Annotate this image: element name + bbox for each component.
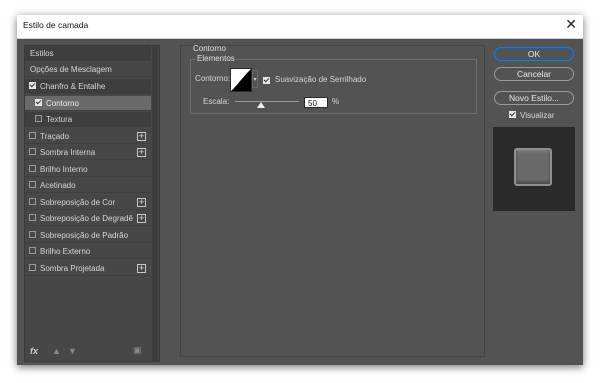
preview-checkbox[interactable] [509,111,516,118]
move-down-icon[interactable]: ▼ [68,346,77,356]
effects-item-label: Contorno [46,99,79,108]
move-up-icon[interactable]: ▲ [52,346,61,356]
effects-item-texture[interactable]: Textura [25,112,151,127]
add-effect-icon[interactable]: + [137,198,146,207]
effects-item-blending-options[interactable]: Opções de Mesclagem [25,62,151,77]
group-title: Contorno [193,44,226,53]
effects-item-bevel-emboss[interactable]: Chanfro & Entalhe [25,79,151,94]
effects-item-contour[interactable]: Contorno [25,96,151,111]
antialias-checkbox[interactable] [263,77,270,84]
checkbox-bevel-emboss[interactable] [29,82,36,89]
preview-swatch [514,148,552,186]
range-unit: % [332,97,340,106]
effects-item-estilos[interactable]: Estilos [25,46,151,61]
checkbox-contour[interactable] [35,99,42,106]
effects-item-label: Traçado [40,132,70,141]
range-value-input[interactable]: 50 [304,97,328,108]
effects-item-label: Brilho Interno [40,165,88,174]
effects-item-label: Sombra Projetada [40,264,105,273]
checkbox-color-overlay[interactable] [29,198,36,205]
effects-item-label: Sobreposição de Degradê [40,214,133,223]
layer-style-dialog: Estilo de camada ✕ Estilos Opções de Mes… [17,15,583,365]
effects-item-inner-glow[interactable]: Brilho Interno [25,162,151,177]
effects-item-label: Chanfro & Entalhe [40,82,106,91]
effects-item-stroke[interactable]: Traçado + [25,129,151,144]
close-icon[interactable]: ✕ [565,16,577,33]
effects-list: Estilos Opções de Mesclagem Chanfro & En… [24,45,160,362]
effects-list-scrollbar[interactable] [152,46,158,361]
dialog-title: Estilo de camada [23,20,89,30]
contour-label: Contorno: [195,74,231,83]
effects-item-label: Sobreposição de Padrão [40,231,129,240]
range-slider-handle[interactable] [257,102,265,108]
contour-picker-thumbnail[interactable] [230,68,252,92]
contour-settings-panel: Contorno Elementos Contorno: ▾ Suavizaçã… [180,44,485,357]
cancel-button[interactable]: Cancelar [494,67,574,81]
effects-item-pattern-overlay[interactable]: Sobreposição de Padrão [25,228,151,243]
checkbox-texture[interactable] [35,115,42,122]
checkbox-drop-shadow[interactable] [29,264,36,271]
effects-item-label: Sombra Interna [40,148,96,157]
range-label: Escala: [203,97,230,106]
chevron-down-icon[interactable]: ▾ [252,70,258,88]
effects-item-gradient-overlay[interactable]: Sobreposição de Degradê + [25,211,151,226]
effects-item-label: Textura [46,115,73,124]
elements-fieldset: Elementos Contorno: ▾ Suavização de Serr… [190,54,477,114]
antialias-label: Suavização de Serrilhado [275,75,367,84]
checkbox-outer-glow[interactable] [29,247,36,254]
effects-item-label: Sobreposição de Cor [40,198,116,207]
preview-label: Visualizar [520,111,555,120]
checkbox-pattern-overlay[interactable] [29,231,36,238]
effects-item-label: Acetinado [40,181,76,190]
effects-item-satin[interactable]: Acetinado [25,178,151,193]
add-effect-icon[interactable]: + [137,214,146,223]
effects-item-inner-shadow[interactable]: Sombra Interna + [25,145,151,160]
checkbox-inner-glow[interactable] [29,165,36,172]
effects-item-label: Estilos [30,49,54,58]
checkbox-stroke[interactable] [29,132,36,139]
effects-item-outer-glow[interactable]: Brilho Externo [25,244,151,259]
checkbox-gradient-overlay[interactable] [29,214,36,221]
trash-icon[interactable]: ▣ [133,345,142,356]
effects-item-color-overlay[interactable]: Sobreposição de Cor + [25,195,151,210]
add-effect-icon[interactable]: + [137,132,146,141]
add-effect-icon[interactable]: + [137,264,146,273]
checkbox-inner-shadow[interactable] [29,148,36,155]
range-slider-track[interactable] [235,101,299,102]
ok-button[interactable]: OK [494,47,574,61]
title-bar: Estilo de camada ✕ [17,15,583,39]
new-style-button[interactable]: Novo Estilo... [494,91,574,105]
effects-item-label: Opções de Mesclagem [30,65,112,74]
effects-list-footer: fx ▲ ▼ ▣ [25,343,151,361]
contour-curve-icon [231,69,251,91]
checkbox-satin[interactable] [29,181,36,188]
style-preview [493,127,575,211]
add-effect-icon[interactable]: + [137,148,146,157]
fx-icon[interactable]: fx [30,346,38,356]
fieldset-title: Elementos [196,54,236,63]
effects-item-drop-shadow[interactable]: Sombra Projetada + [25,261,151,276]
effects-item-label: Brilho Externo [40,247,91,256]
